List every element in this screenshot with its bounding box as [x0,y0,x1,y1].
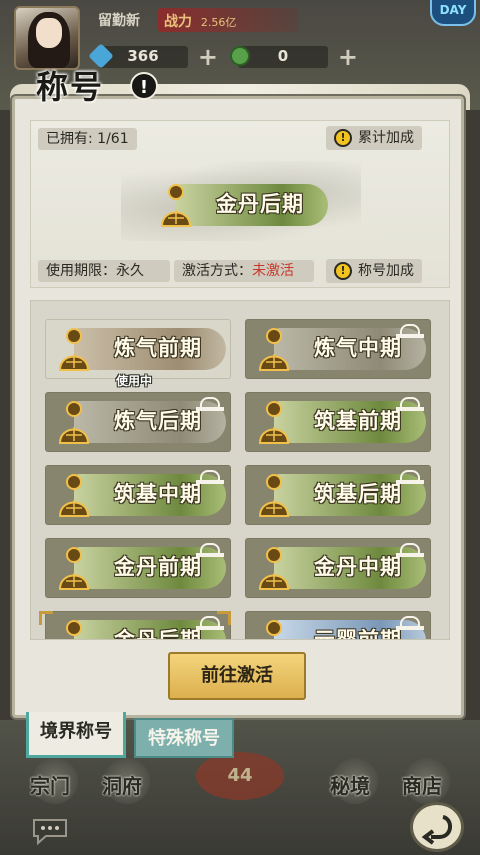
featured-title-label: 金丹后期 [216,191,304,216]
title-badge[interactable]: 金丹前期 [45,538,231,598]
add-jade-button[interactable]: + [338,43,358,71]
power-value: 2.56亿 [200,16,237,29]
cumulative-bonus-label: 累计加成 [358,130,414,146]
activation-method: 激活方式：未激活 [174,260,314,282]
meditating-buddha-icon [258,401,290,444]
title-badge[interactable]: 筑基后期 [245,465,431,525]
gem-counter: 366 + [88,43,218,71]
nav-secret-realm[interactable]: 秘境 [330,770,370,810]
cumulative-bonus-button[interactable]: ! 累计加成 [326,126,422,150]
featured-title-badge: 金丹后期 [148,176,334,236]
meditating-buddha-icon [160,184,192,227]
validity-period: 使用期限：永久 [38,260,170,282]
activation-status: 未激活 [252,263,294,279]
title-badge[interactable]: 筑基中期 [45,465,231,525]
title-bonus-label: 称号加成 [358,263,414,279]
power-label: 战力 [164,14,192,30]
chat-bubble-icon[interactable] [30,816,70,846]
go-activate-button[interactable]: 前往激活 [168,652,306,700]
selection-bracket [39,611,53,625]
meditating-buddha-icon [258,547,290,590]
title-badge[interactable]: 炼气后期 [45,392,231,452]
lock-icon [396,470,424,484]
title-badge[interactable]: 筑基前期 [245,392,431,452]
meditating-buddha-icon [258,474,290,517]
player-avatar[interactable] [14,6,80,70]
back-arrow-icon [421,815,452,845]
meditating-buddha-icon [58,547,90,590]
back-button[interactable] [410,802,464,852]
add-gems-button[interactable]: + [198,43,218,71]
title-bonus-button[interactable]: ! 称号加成 [326,259,422,283]
title-grid: 炼气前期 炼气中期 炼气后期 筑基前期 筑基中期 筑基后期 金丹前期 金丹中期 金丹后期 元婴前期 [30,300,450,640]
title-badge[interactable]: 金丹后期 [45,611,231,639]
combat-power: 战力 2.56亿 [158,8,298,32]
lock-icon [196,470,224,484]
meditating-buddha-icon [258,328,290,371]
meditating-buddha-icon [58,328,90,371]
gem-value: 366 [127,47,159,65]
panel-title: 称号 [36,68,105,106]
tab-realm-titles[interactable]: 境界称号 [26,712,126,758]
lock-icon [196,397,224,411]
day-event-button[interactable]: DAY [430,0,476,26]
title-badge[interactable]: 炼气中期 [245,319,431,379]
exclamation-icon: ! [334,262,352,280]
selection-bracket [217,611,231,625]
title-badge[interactable]: 元婴前期 [245,611,431,639]
lock-icon [396,543,424,557]
level-badge[interactable]: 44 [196,752,284,800]
activation-label: 激活方式： [182,263,252,279]
jade-counter: 0 + [230,43,358,71]
title-badge-label: 炼气前期 [114,335,202,360]
lock-icon [196,543,224,557]
lock-icon [396,397,424,411]
meditating-buddha-icon [58,474,90,517]
meditating-buddha-icon [66,620,82,636]
title-badge[interactable]: 炼气前期 [45,319,231,379]
nav-cave[interactable]: 洞府 [102,770,142,810]
owned-count: 已拥有: 1/61 [38,128,137,150]
in-use-label: 使用中 [116,374,153,388]
exclamation-icon: ! [334,129,352,147]
title-info-icon[interactable]: ! [130,72,158,100]
lock-icon [396,616,424,630]
nav-sect[interactable]: 宗门 [30,770,70,810]
lock-icon [396,324,424,338]
title-badge[interactable]: 金丹中期 [245,538,431,598]
jade-value: 0 [277,47,289,65]
avatar-face [36,18,62,48]
meditating-buddha-icon [266,620,282,636]
player-name: 留勤新 [98,13,140,29]
meditating-buddha-icon [58,401,90,444]
tab-special-titles[interactable]: 特殊称号 [134,718,234,758]
